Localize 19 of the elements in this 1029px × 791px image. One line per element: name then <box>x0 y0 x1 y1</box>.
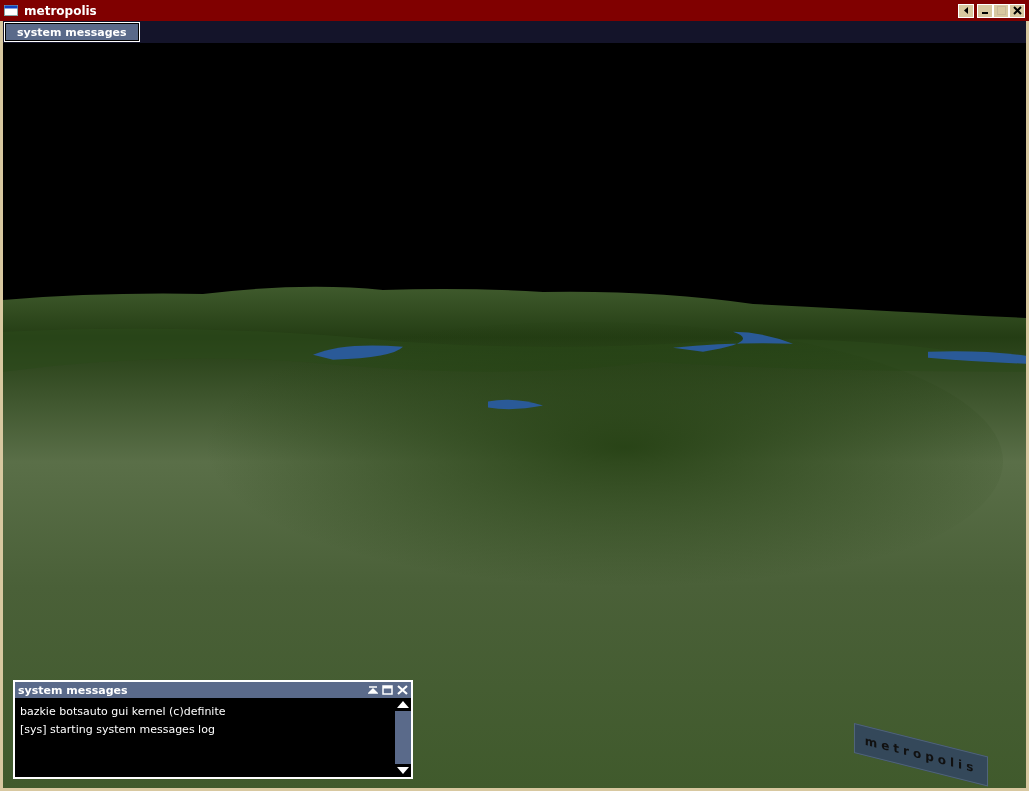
close-button[interactable] <box>1009 3 1025 18</box>
maximize-button[interactable] <box>993 3 1009 18</box>
close-icon <box>1012 6 1022 15</box>
scrollbar-thumb[interactable] <box>395 711 411 764</box>
scroll-left-button[interactable] <box>958 3 974 18</box>
collapse-icon[interactable] <box>368 686 378 694</box>
scroll-up-icon[interactable] <box>397 701 409 708</box>
tab[interactable]: system messages <box>4 22 140 42</box>
log-line: [sys] starting system messages log <box>20 722 216 738</box>
minimize-button[interactable] <box>977 3 993 18</box>
window-icon <box>4 5 18 16</box>
maximize-icon <box>996 6 1006 15</box>
scroll-down-icon[interactable] <box>397 767 409 774</box>
messages-window-title: system messages <box>18 683 128 697</box>
log-line: bazkie botsauto gui kernel (c)definite <box>20 704 227 720</box>
left-arrow-icon <box>963 7 969 14</box>
close-icon[interactable] <box>397 685 408 695</box>
window-title: metropolis <box>24 3 97 18</box>
maximize-icon[interactable] <box>382 685 393 695</box>
